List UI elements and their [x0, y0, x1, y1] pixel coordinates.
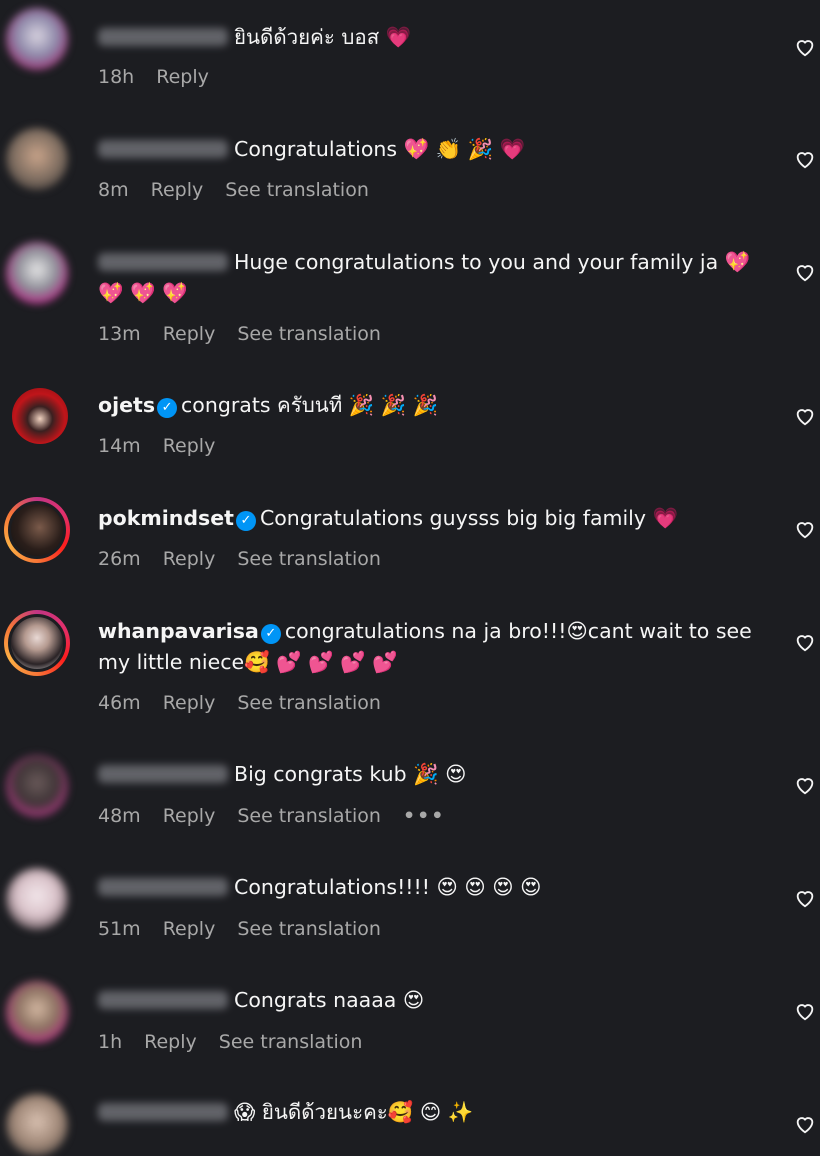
comment-time: 8m [98, 179, 129, 201]
avatar[interactable] [6, 981, 68, 1043]
avatar[interactable] [6, 755, 68, 817]
like-heart-icon[interactable] [794, 405, 816, 427]
like-heart-icon[interactable] [794, 518, 816, 540]
like-heart-icon[interactable] [794, 887, 816, 909]
comment-text: Congratulations!!!! 😍 😍 😍 😍 [234, 875, 542, 899]
like-heart-icon[interactable] [794, 774, 816, 796]
username-blurred[interactable] [98, 765, 228, 783]
like-heart-icon[interactable] [794, 1113, 816, 1135]
comment-time: 46m [98, 692, 141, 714]
comment-time: 14m [98, 435, 141, 457]
reply-button[interactable]: Reply [144, 1031, 197, 1053]
reply-button[interactable]: Reply [151, 179, 204, 201]
comment-text: Congratulations guysss big big family 💗 [259, 506, 679, 530]
comment-time: 48m [98, 805, 141, 827]
see-translation-link[interactable]: See translation [225, 179, 369, 201]
username[interactable]: whanpavarisa [98, 619, 259, 643]
username-blurred[interactable] [98, 878, 228, 896]
comment-text: Big congrats kub 🎉 😍 [234, 762, 467, 786]
verified-badge-icon: ✓ [157, 398, 178, 418]
avatar[interactable] [12, 388, 68, 444]
comment-time: 18h [98, 66, 135, 88]
like-heart-icon[interactable] [794, 1000, 816, 1022]
avatar[interactable] [6, 1094, 68, 1156]
more-options-icon[interactable]: ••• [403, 805, 445, 827]
comment-text: congrats ครับนที 🎉 🎉 🎉 [181, 393, 439, 417]
like-heart-icon[interactable] [794, 148, 816, 170]
comment-time: 13m [98, 323, 141, 345]
username[interactable]: ojets [98, 393, 155, 417]
username-blurred[interactable] [98, 991, 228, 1009]
comment-time: 26m [98, 548, 141, 570]
see-translation-link[interactable]: See translation [237, 805, 381, 827]
see-translation-link[interactable]: See translation [237, 548, 381, 570]
avatar[interactable] [6, 868, 68, 930]
see-translation-link[interactable]: See translation [237, 918, 381, 940]
comment-text: Congrats naaaa 😍 [234, 988, 425, 1012]
avatar[interactable] [4, 610, 70, 676]
verified-badge-icon: ✓ [235, 511, 256, 531]
username-blurred[interactable] [98, 1103, 228, 1121]
verified-badge-icon: ✓ [260, 624, 281, 644]
username-blurred[interactable] [98, 140, 228, 158]
comment-text: ยินดีด้วยค่ะ บอส 💗 [234, 25, 412, 49]
username-blurred[interactable] [98, 253, 228, 271]
comment-text: Congratulations 💖 👏 🎉 💗 [234, 137, 526, 161]
avatar[interactable] [6, 242, 68, 304]
avatar[interactable] [4, 497, 70, 563]
see-translation-link[interactable]: See translation [237, 692, 381, 714]
see-translation-link[interactable]: See translation [219, 1031, 363, 1053]
reply-button[interactable]: Reply [163, 918, 216, 940]
reply-button[interactable]: Reply [163, 548, 216, 570]
comment-time: 1h [98, 1031, 123, 1053]
comment-text: 😱 ยินดีด้วยนะคะ🥰 😊 ✨ [234, 1100, 474, 1124]
reply-button[interactable]: Reply [163, 435, 216, 457]
username-blurred[interactable] [98, 28, 228, 46]
reply-button[interactable]: Reply [163, 805, 216, 827]
reply-button[interactable]: Reply [163, 692, 216, 714]
reply-button[interactable]: Reply [156, 66, 209, 88]
reply-button[interactable]: Reply [163, 323, 216, 345]
comment-time: 51m [98, 918, 141, 940]
like-heart-icon[interactable] [794, 631, 816, 653]
username[interactable]: pokmindset [98, 506, 234, 530]
avatar[interactable] [6, 128, 68, 190]
like-heart-icon[interactable] [794, 261, 816, 283]
see-translation-link[interactable]: See translation [237, 323, 381, 345]
like-heart-icon[interactable] [794, 36, 816, 58]
avatar[interactable] [6, 8, 68, 70]
